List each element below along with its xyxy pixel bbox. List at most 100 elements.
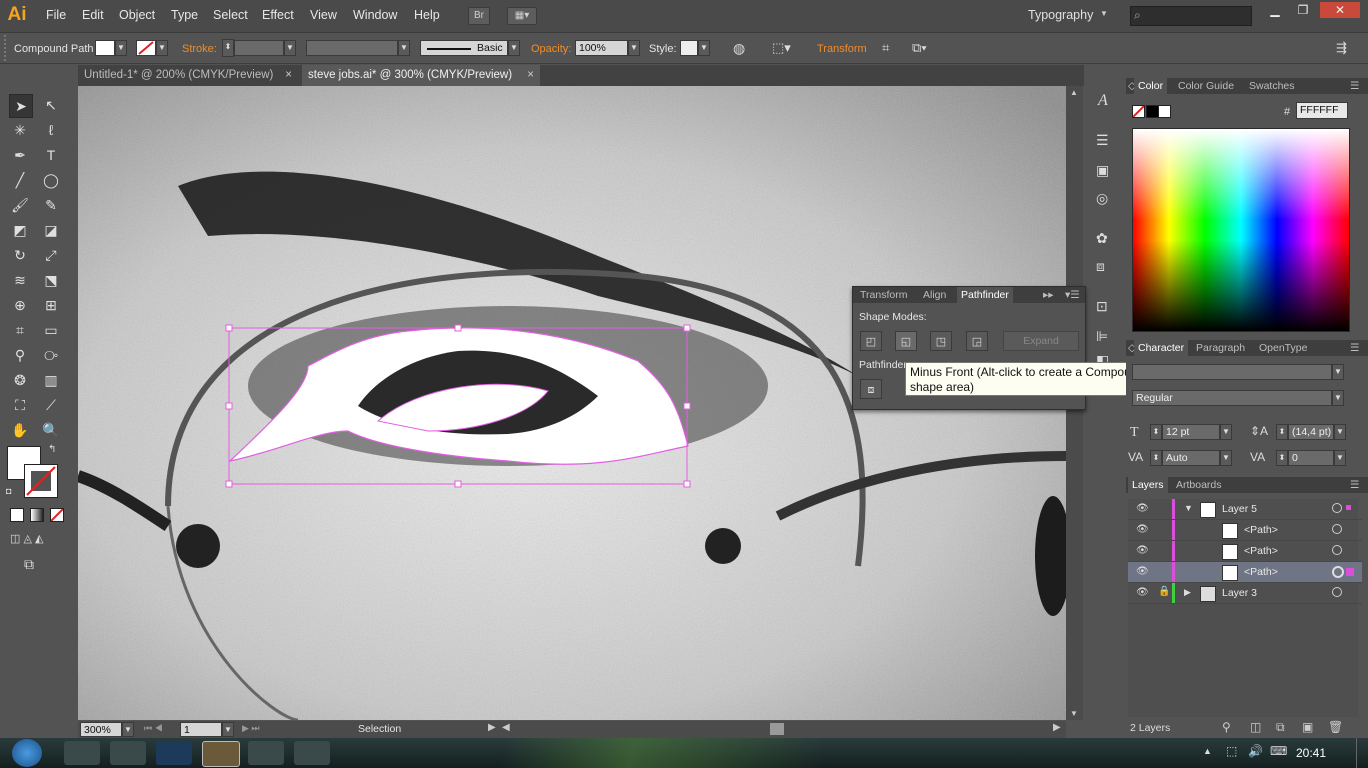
menu-help[interactable]: Help	[414, 8, 440, 22]
paragraph-styles-icon[interactable]: ☰	[1096, 132, 1109, 149]
volume-icon[interactable]: 🔊	[1248, 744, 1263, 758]
graphic-styles-icon[interactable]: ◎	[1096, 190, 1108, 207]
unite-button[interactable]: ◰	[860, 331, 882, 351]
blob-brush-tool-icon[interactable]: ◩	[9, 219, 31, 241]
clock[interactable]: 20:41	[1296, 746, 1326, 760]
symbols-panel-icon[interactable]: ✿	[1096, 230, 1108, 247]
leading-stepper[interactable]: ⬍	[1276, 424, 1288, 440]
visibility-eye-icon[interactable]: 👁	[1136, 566, 1149, 577]
font-family-dropdown[interactable]: ▼	[1332, 364, 1344, 380]
leading-input[interactable]: (14,4 pt)	[1288, 424, 1334, 440]
path-name[interactable]: <Path>	[1244, 566, 1278, 578]
color-spectrum[interactable]	[1132, 128, 1350, 332]
type-tool-icon[interactable]: T	[40, 144, 62, 166]
visibility-eye-icon[interactable]: 👁	[1136, 545, 1149, 556]
selection-tool-icon[interactable]: ➤	[9, 94, 33, 118]
target-circle-icon[interactable]	[1332, 503, 1342, 513]
target-circle-icon[interactable]	[1332, 566, 1344, 578]
magic-wand-tool-icon[interactable]: ✳	[9, 119, 31, 141]
tab-align[interactable]: Align	[923, 287, 946, 303]
menu-file[interactable]: File	[46, 8, 66, 22]
restore-button[interactable]: ❐	[1290, 2, 1316, 18]
lock-icon[interactable]: 🔒	[1158, 586, 1170, 597]
tab-character[interactable]: Character	[1134, 340, 1189, 356]
tab-artboards[interactable]: Artboards	[1176, 477, 1222, 493]
close-icon[interactable]: ×	[527, 65, 534, 86]
eraser-tool-icon[interactable]: ◪	[40, 219, 62, 241]
glyphs-panel-icon[interactable]: A	[1098, 92, 1108, 110]
hand-tool-icon[interactable]: ✋	[9, 419, 31, 441]
kerning-dropdown[interactable]: ▼	[1220, 450, 1232, 466]
tab-untitled[interactable]: Untitled-1* @ 200% (CMYK/Preview) ×	[78, 65, 298, 86]
fill-dropdown[interactable]: ▼	[115, 40, 127, 56]
column-graph-tool-icon[interactable]: ▥	[40, 369, 62, 391]
zoom-dropdown[interactable]: ▼	[122, 722, 134, 737]
stroke-weight-input[interactable]	[234, 40, 284, 56]
warp-tool-icon[interactable]: ≋	[9, 269, 31, 291]
workspace-switcher[interactable]: Typography	[1028, 8, 1093, 22]
mesh-tool-icon[interactable]: ⌗	[9, 319, 31, 341]
kerning-stepper[interactable]: ⬍	[1150, 450, 1162, 466]
control-menu-icon[interactable]: ⇶	[1336, 40, 1347, 56]
panel-menu-icon[interactable]: ▾☰	[1065, 287, 1080, 303]
zoom-tool-icon[interactable]: 🔍	[40, 419, 62, 441]
brush-definition[interactable]: Basic	[420, 40, 508, 56]
target-circle-icon[interactable]	[1332, 545, 1342, 555]
menu-effect[interactable]: Effect	[262, 8, 294, 22]
font-size-dropdown[interactable]: ▼	[1220, 424, 1232, 440]
scale-tool-icon[interactable]: ⤢	[40, 244, 62, 266]
path-name[interactable]: <Path>	[1244, 545, 1278, 557]
pen-tool-icon[interactable]: ✒	[9, 144, 31, 166]
appearance-panel-icon[interactable]: ▣	[1096, 162, 1109, 179]
kerning-input[interactable]: Auto	[1162, 450, 1220, 466]
perspective-grid-tool-icon[interactable]: ⊞	[40, 294, 62, 316]
font-size-input[interactable]: 12 pt	[1162, 424, 1220, 440]
expand-button[interactable]: Expand	[1003, 331, 1079, 351]
none-swatch[interactable]	[1132, 105, 1145, 118]
exclude-button[interactable]: ◲	[966, 331, 988, 351]
zoom-input[interactable]: 300%	[80, 722, 122, 737]
ellipse-tool-icon[interactable]: ◯	[40, 169, 62, 191]
none-mode-icon[interactable]	[50, 508, 64, 522]
opacity-label[interactable]: Opacity:	[531, 43, 571, 55]
tab-layers[interactable]: Layers	[1128, 477, 1168, 493]
default-colors-icon[interactable]: ◘	[6, 486, 11, 496]
font-family-input[interactable]	[1132, 364, 1332, 380]
blend-tool-icon[interactable]: ⧂	[40, 344, 62, 366]
tab-color[interactable]: Color	[1134, 78, 1168, 94]
clipping-mask-icon[interactable]: ◫	[1250, 720, 1261, 734]
tab-pathfinder[interactable]: Pathfinder	[957, 287, 1013, 303]
shape-builder-tool-icon[interactable]: ⊕	[9, 294, 31, 316]
tracking-input[interactable]: 0	[1288, 450, 1334, 466]
leading-dropdown[interactable]: ▼	[1334, 424, 1346, 440]
layer-row-path-3-selected[interactable]: 👁 <Path>	[1128, 562, 1362, 583]
menu-object[interactable]: Object	[119, 8, 155, 22]
layer-row-layer-5[interactable]: 👁 ▼ Layer 5	[1128, 499, 1362, 520]
tracking-stepper[interactable]: ⬍	[1276, 450, 1288, 466]
variable-width-profile[interactable]	[306, 40, 398, 56]
firefox-icon[interactable]	[294, 741, 330, 765]
menu-view[interactable]: View	[310, 8, 337, 22]
color-mode-icon[interactable]	[10, 508, 24, 522]
scroll-right-icon[interactable]: ▶	[1053, 722, 1061, 733]
stroke-color-box[interactable]	[24, 464, 58, 498]
close-button[interactable]: ✕	[1320, 2, 1360, 18]
drawing-modes-icon[interactable]: ◫ ◬ ◭	[10, 532, 43, 545]
opacity-dropdown[interactable]: ▼	[628, 40, 640, 56]
chrome-icon[interactable]	[248, 741, 284, 765]
font-style-input[interactable]: Regular	[1132, 390, 1332, 406]
font-size-stepper[interactable]: ⬍	[1150, 424, 1162, 440]
artboard-nav-last-icon[interactable]: ▶ ⏭	[242, 723, 260, 734]
media-player-icon[interactable]	[110, 741, 146, 765]
paintbrush-tool-icon[interactable]: 🖌	[9, 194, 31, 216]
tab-steve-jobs[interactable]: steve jobs.ai* @ 300% (CMYK/Preview) ×	[302, 65, 540, 86]
tab-transform[interactable]: Transform	[860, 287, 907, 303]
minimize-button[interactable]: ▁	[1262, 2, 1288, 18]
screen-mode-icon[interactable]: ⧉	[24, 556, 34, 573]
visibility-eye-icon[interactable]: 👁	[1136, 503, 1149, 514]
panel-menu-icon[interactable]: ☰	[1350, 340, 1359, 356]
target-circle-icon[interactable]	[1332, 524, 1342, 534]
explorer-icon[interactable]	[64, 741, 100, 765]
artboard-number-input[interactable]: 1	[180, 722, 222, 737]
menu-window[interactable]: Window	[353, 8, 397, 22]
